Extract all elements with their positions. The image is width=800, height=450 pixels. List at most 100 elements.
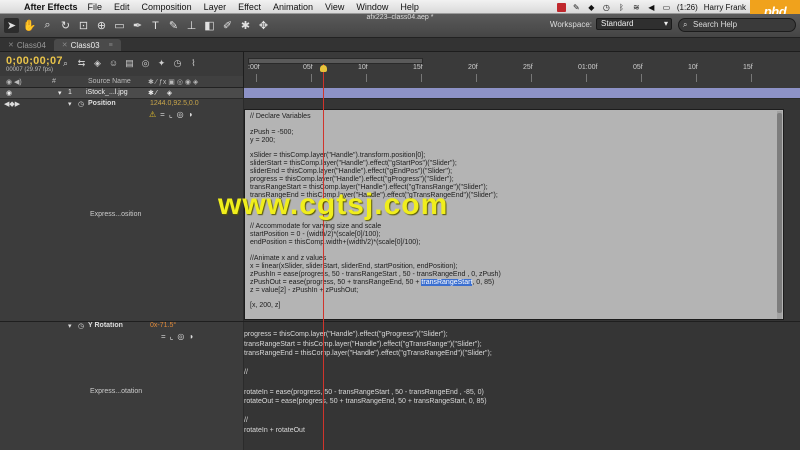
menu-window[interactable]: Window — [356, 2, 388, 12]
y-rotation-label: Y Rotation — [88, 322, 123, 329]
expression-graph-icon[interactable]: ⌞ — [170, 332, 174, 341]
motion-blur-icon[interactable]: ◎ — [140, 58, 151, 69]
menu-composition[interactable]: Composition — [142, 2, 192, 12]
layer-expand-icon[interactable]: ▾ — [58, 89, 62, 97]
menu-view[interactable]: View — [325, 2, 344, 12]
col-source-name[interactable]: Source Name — [88, 78, 131, 85]
expression-language-menu-icon[interactable]: ◑ — [188, 332, 193, 341]
roto-brush-tool-icon[interactable]: ✐ — [220, 18, 235, 33]
stopwatch-icon[interactable]: ◷ — [78, 100, 84, 108]
expression-line: progress = thisComp.layer("Handle").effe… — [250, 176, 454, 184]
puppet-pin-tool-icon[interactable]: ✱ — [238, 18, 253, 33]
twirl-down-icon[interactable]: ▾ — [68, 322, 72, 330]
rotate-tool-icon[interactable]: ↻ — [58, 18, 73, 33]
hand-tool-icon[interactable]: ✋ — [22, 18, 37, 33]
position-property-row[interactable]: ◀◆▶ ▾ ◷ Position 1244.0,92.5,0.0 — [0, 99, 243, 110]
work-area-bar[interactable] — [248, 58, 423, 64]
expression-language-menu-icon[interactable]: ◑ — [188, 110, 193, 119]
switches-icons[interactable]: ✱ ⁄ ƒx ▣ ◎ ◉ ◈ — [148, 78, 198, 86]
expression-line: endPosition = thisComp.width+(width/2)*(… — [250, 239, 421, 247]
workspace-select[interactable]: Standard — [596, 18, 672, 30]
stopwatch-icon[interactable]: ◷ — [78, 322, 84, 330]
close-icon[interactable]: ✕ — [8, 41, 14, 49]
axis-mode-icon[interactable]: ✥ — [256, 18, 271, 33]
eraser-tool-icon[interactable]: ◧ — [202, 18, 217, 33]
expression-line: zPush = -500; — [250, 128, 294, 136]
expression-error-warning-icon[interactable]: ⚠ — [149, 110, 156, 119]
expression-line — [250, 145, 778, 153]
clock-tray-icon[interactable]: ◷ — [602, 3, 611, 12]
expression-pickwhip-icon[interactable]: ◎ — [177, 110, 184, 119]
bluetooth-tray-icon[interactable]: ᛒ — [617, 3, 626, 12]
col-num[interactable]: # — [52, 78, 56, 85]
rotation-expression-controls: = ⌞ ◎ ◑ — [161, 332, 193, 341]
frame-blending-icon[interactable]: ▤ — [124, 58, 135, 69]
position-value[interactable]: 1244.0,92.5,0.0 — [150, 100, 199, 107]
graph-editor-icon[interactable]: ⌇ — [188, 58, 199, 69]
user-name[interactable]: Harry Frank — [704, 3, 746, 12]
av-features-icon[interactable]: ◉ ◀) — [6, 78, 22, 86]
expression-line: transRangeEnd = thisComp.layer("Handle")… — [250, 191, 498, 199]
current-time-indicator[interactable] — [320, 65, 327, 72]
layer-name[interactable]: iStock_...l.jpg — [86, 89, 128, 96]
enable-expression-icon[interactable]: = — [160, 110, 165, 119]
search-layers-icon[interactable]: ⌕ — [60, 58, 71, 69]
dropbox-tray-icon[interactable]: ◆ — [587, 3, 596, 12]
expression-line: sliderStart = thisComp.layer("Handle").e… — [250, 160, 457, 168]
position-expression-editor[interactable]: // Declare Variables zPush = -500; y = 200… — [244, 109, 784, 320]
search-help-input[interactable]: ⌕ Search Help — [678, 18, 796, 32]
keyframe-nav-icon[interactable]: ◀◆▶ — [4, 100, 20, 108]
comp-mini-flowchart-icon[interactable]: ⇆ — [76, 58, 87, 69]
layer-row[interactable]: ◉ ▾ 1 iStock_...l.jpg ✱ ⁄ ◈ — [0, 88, 243, 99]
layer-switches[interactable]: ✱ ⁄ ◈ — [148, 89, 172, 97]
expression-graph-icon[interactable]: ⌞ — [169, 110, 173, 119]
tab-class03[interactable]: ✕ Class03 ≡ — [53, 39, 121, 51]
volume-tray-icon[interactable]: ◀ — [647, 3, 656, 12]
auto-keyframe-icon[interactable]: ◷ — [172, 58, 183, 69]
menu-help[interactable]: Help — [400, 2, 419, 12]
layer-duration-bar[interactable] — [244, 88, 800, 99]
tab-label: Class03 — [70, 40, 100, 50]
enable-expression-icon[interactable]: = — [161, 332, 166, 341]
draft-3d-icon[interactable]: ◈ — [92, 58, 103, 69]
menu-file[interactable]: File — [88, 2, 103, 12]
panel-menu-icon[interactable]: ≡ — [109, 42, 113, 49]
brush-tool-icon[interactable]: ✎ — [166, 18, 181, 33]
ruler-tick-label: 05f — [303, 64, 313, 71]
wifi-tray-icon[interactable]: ≋ — [632, 3, 641, 12]
camera-tool-icon[interactable]: ⊡ — [76, 18, 91, 33]
evernote-tray-icon[interactable]: ✎ — [572, 3, 581, 12]
expression-pickwhip-icon[interactable]: ◎ — [177, 332, 184, 341]
menu-animation[interactable]: Animation — [273, 2, 313, 12]
position-expression-label: Express...osition — [90, 211, 142, 218]
ruler-tick-mark — [476, 74, 477, 82]
scrollbar-thumb[interactable] — [777, 113, 782, 313]
twirl-down-icon[interactable]: ▾ — [68, 100, 72, 108]
close-icon[interactable]: ✕ — [62, 41, 68, 49]
y-rotation-property-row[interactable]: ▾ ◷ Y Rotation 0x-71.5° — [0, 321, 243, 332]
shy-layers-icon[interactable]: ☺ — [108, 58, 119, 69]
menu-layer[interactable]: Layer — [204, 2, 227, 12]
current-time-display[interactable]: 0;00;00;07 — [6, 55, 63, 67]
app-menu[interactable]: After Effects — [24, 2, 78, 12]
pen-tool-icon[interactable]: ✒ — [130, 18, 145, 33]
selection-tool-icon[interactable]: ➤ — [4, 18, 19, 33]
visibility-eye-icon[interactable]: ◉ — [6, 89, 12, 97]
battery-tray-icon[interactable]: ▭ — [662, 3, 671, 12]
brainstorm-icon[interactable]: ✦ — [156, 58, 167, 69]
clone-stamp-tool-icon[interactable]: ⊥ — [184, 18, 199, 33]
expression-line: progress = thisComp.layer("Handle").effe… — [244, 331, 448, 338]
rotation-expression-field[interactable]: progress = thisComp.layer("Handle").effe… — [244, 330, 784, 436]
expression-scrollbar[interactable] — [777, 111, 782, 319]
zoom-tool-icon[interactable]: ⌕ — [40, 18, 55, 33]
expression-line — [250, 247, 778, 255]
type-tool-icon[interactable]: T — [148, 18, 163, 33]
rectangle-tool-icon[interactable]: ▭ — [112, 18, 127, 33]
pan-behind-tool-icon[interactable]: ⊕ — [94, 18, 109, 33]
app-tray-icon[interactable] — [556, 2, 566, 12]
menu-edit[interactable]: Edit — [114, 2, 130, 12]
y-rotation-value[interactable]: 0x-71.5° — [150, 322, 176, 329]
tab-class04[interactable]: ✕ Class04 — [0, 39, 54, 51]
menu-effect[interactable]: Effect — [238, 2, 261, 12]
expression-line: xSlider = thisComp.layer("Handle").trans… — [250, 152, 426, 160]
